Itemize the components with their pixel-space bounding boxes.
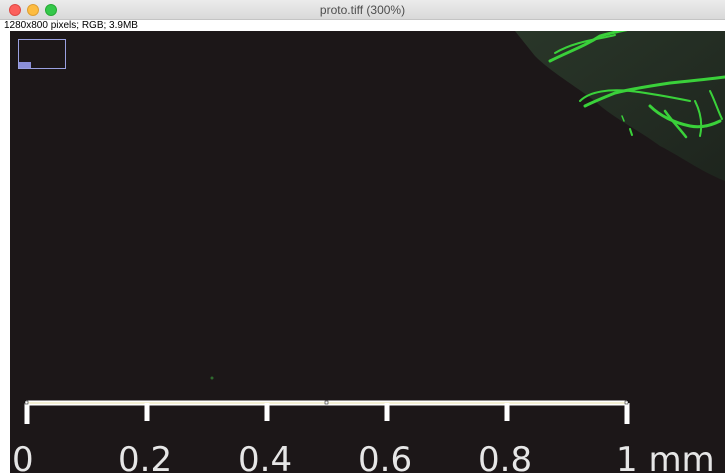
scale-label-1mm: 1 mm bbox=[616, 440, 715, 473]
window-titlebar[interactable]: proto.tiff (300%) bbox=[0, 0, 725, 20]
scale-label-0: 0 bbox=[12, 440, 34, 473]
selection-handle bbox=[324, 400, 329, 405]
scale-label-0-6: 0.6 bbox=[358, 440, 412, 473]
window-title: proto.tiff (300%) bbox=[319, 3, 406, 17]
selection-handle bbox=[624, 400, 629, 405]
scale-label-0-4: 0.4 bbox=[238, 440, 292, 473]
image-canvas[interactable]: 0 0.2 0.4 0.6 0.8 1 mm bbox=[10, 31, 725, 473]
scale-label-0-8: 0.8 bbox=[478, 440, 532, 473]
scale-label-0-2: 0.2 bbox=[118, 440, 172, 473]
selection-handle bbox=[24, 400, 29, 405]
image-info-bar: 1280x800 pixels; RGB; 3.9MB bbox=[0, 20, 725, 31]
scale-bar: 0 0.2 0.4 0.6 0.8 1 mm bbox=[12, 400, 715, 473]
